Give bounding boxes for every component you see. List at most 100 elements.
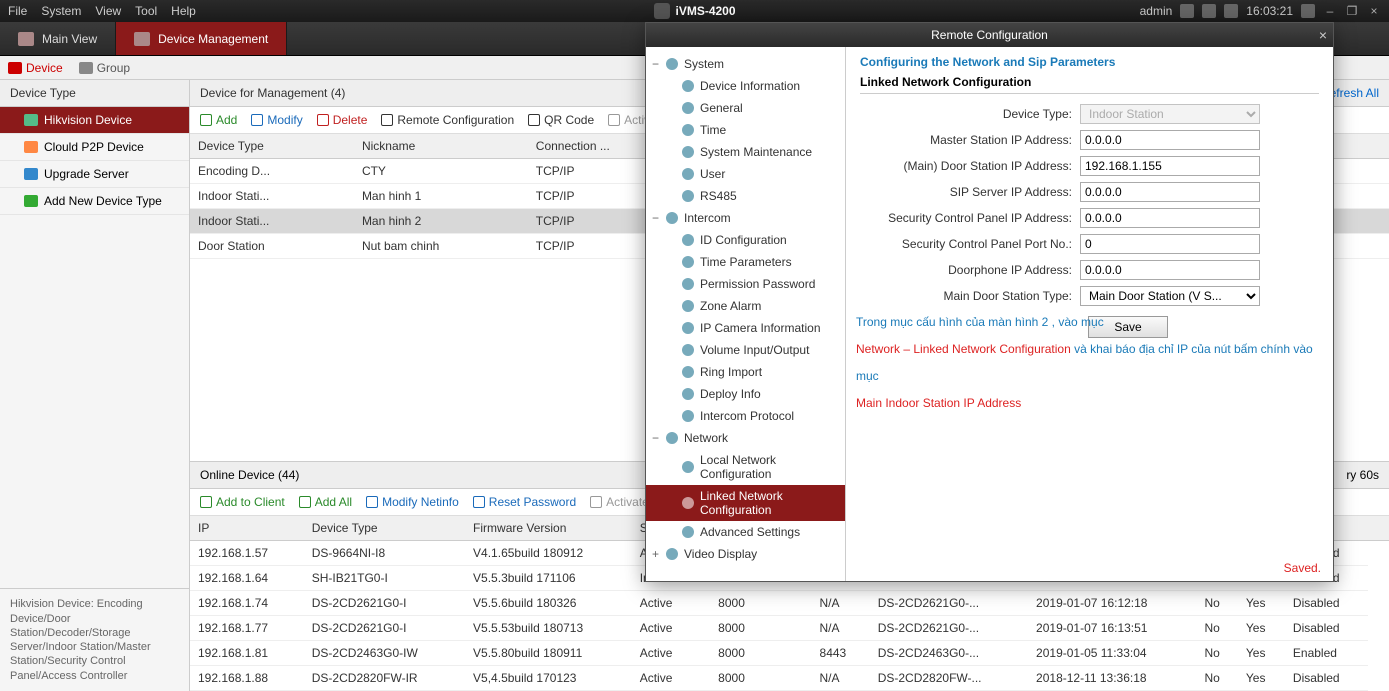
tree-item[interactable]: Local Network Configuration (646, 449, 845, 485)
tree-item-label: IP Camera Information (700, 321, 821, 335)
sidebar-item-upgrade-server[interactable]: Upgrade Server (0, 161, 189, 188)
table-cell: V5.5.53build 180713 (465, 616, 632, 641)
sip-ip-label: SIP Server IP Address: (860, 185, 1080, 199)
reset-password-button[interactable]: Reset Password (473, 495, 576, 509)
close-window-button[interactable]: × (1367, 4, 1381, 18)
tree-item[interactable]: Advanced Settings (646, 521, 845, 543)
online-header: Online Device (44) (200, 468, 299, 482)
table-row[interactable]: 192.168.1.81DS-2CD2463G0-IWV5.5.80build … (190, 641, 1389, 666)
menu-tool[interactable]: Tool (135, 4, 157, 18)
remote-config-button[interactable]: Remote Configuration (381, 113, 514, 127)
subtab-group[interactable]: Group (79, 61, 130, 75)
tree-item-label: Time (700, 123, 726, 137)
grid-icon[interactable] (1224, 4, 1238, 18)
qr-code-button[interactable]: QR Code (528, 113, 594, 127)
table-cell: No (1196, 666, 1237, 691)
tree-network[interactable]: −Network (646, 427, 845, 449)
table-col-header[interactable]: Firmware Version (465, 516, 632, 541)
app-logo-icon (653, 3, 669, 19)
main-door-ip-input[interactable] (1080, 156, 1260, 176)
tree-item[interactable]: RS485 (646, 185, 845, 207)
tree-item[interactable]: Deploy Info (646, 383, 845, 405)
modify-netinfo-button[interactable]: Modify Netinfo (366, 495, 459, 509)
master-ip-input[interactable] (1080, 130, 1260, 150)
minimize-button[interactable]: – (1323, 4, 1337, 18)
tree-intercom[interactable]: −Intercom (646, 207, 845, 229)
table-cell: CTY (354, 159, 528, 184)
tree-item[interactable]: Time (646, 119, 845, 141)
globe-icon[interactable] (1180, 4, 1194, 18)
table-cell: Yes (1238, 591, 1285, 616)
add-button[interactable]: Add (200, 113, 237, 127)
tree-item[interactable]: Ring Import (646, 361, 845, 383)
table-cell: 192.168.1.81 (190, 641, 304, 666)
tree-item[interactable]: General (646, 97, 845, 119)
tab-main-view[interactable]: Main View (0, 22, 116, 55)
tree-item[interactable]: Volume Input/Output (646, 339, 845, 361)
sidebar-item-hikvision[interactable]: Hikvision Device (0, 107, 189, 134)
table-cell: Disabled (1285, 616, 1368, 641)
tab-device-management[interactable]: Device Management (116, 22, 287, 55)
table-cell: 192.168.1.77 (190, 616, 304, 641)
table-col-header[interactable]: Device Type (190, 134, 354, 159)
delete-button[interactable]: Delete (317, 113, 368, 127)
table-col-header[interactable]: Nickname (354, 134, 528, 159)
menu-system[interactable]: System (41, 4, 81, 18)
table-col-header[interactable]: IP (190, 516, 304, 541)
tree-item-label: RS485 (700, 189, 737, 203)
sip-ip-input[interactable] (1080, 182, 1260, 202)
tree-item[interactable]: Device Information (646, 75, 845, 97)
tree-system[interactable]: −System (646, 53, 845, 75)
tree-item[interactable]: Intercom Protocol (646, 405, 845, 427)
table-row[interactable]: 192.168.1.88DS-2CD2820FW-IRV5,4.5build 1… (190, 666, 1389, 691)
table-cell: 8000 (710, 666, 811, 691)
table-cell: Active (632, 591, 710, 616)
sidebar-item-cloud-p2p[interactable]: Clould P2P Device (0, 134, 189, 161)
lock-icon[interactable] (1301, 4, 1315, 18)
tree-item[interactable]: Time Parameters (646, 251, 845, 273)
group-icon (79, 62, 93, 74)
modify-button[interactable]: Modify (251, 113, 302, 127)
add-to-client-button[interactable]: Add to Client (200, 495, 285, 509)
plus-icon (24, 195, 38, 207)
maximize-button[interactable]: ❐ (1345, 4, 1359, 18)
tree-item-label: Ring Import (700, 365, 762, 379)
main-door-type-select[interactable]: Main Door Station (V S... (1080, 286, 1260, 306)
tree-item[interactable]: User (646, 163, 845, 185)
add-all-button[interactable]: Add All (299, 495, 352, 509)
doorphone-ip-input[interactable] (1080, 260, 1260, 280)
sec-panel-ip-label: Security Control Panel IP Address: (860, 211, 1080, 225)
tree-item[interactable]: IP Camera Information (646, 317, 845, 339)
activate-online-button[interactable]: Activate (590, 495, 649, 509)
menu-help[interactable]: Help (171, 4, 196, 18)
tree-video-display[interactable]: +Video Display (646, 543, 845, 565)
tree-item[interactable]: System Maintenance (646, 141, 845, 163)
sec-panel-port-input[interactable] (1080, 234, 1260, 254)
sidebar-item-add-new-type[interactable]: Add New Device Type (0, 188, 189, 215)
table-cell: Disabled (1285, 666, 1368, 691)
device-type-select: Indoor Station (1080, 104, 1260, 124)
bullet-icon (682, 234, 694, 246)
menu-view[interactable]: View (95, 4, 121, 18)
bullet-icon (682, 80, 694, 92)
table-row[interactable]: 192.168.1.74DS-2CD2621G0-IV5.5.6build 18… (190, 591, 1389, 616)
table-cell: 8000 (710, 616, 811, 641)
tree-item[interactable]: ID Configuration (646, 229, 845, 251)
subtab-device[interactable]: Device (8, 61, 63, 75)
edit-icon (251, 114, 263, 126)
dialog-titlebar[interactable]: Remote Configuration × (646, 23, 1333, 47)
dialog-close-button[interactable]: × (1319, 27, 1327, 43)
tree-item-label: Intercom Protocol (700, 409, 794, 423)
panel-icon[interactable] (1202, 4, 1216, 18)
tree-item[interactable]: Permission Password (646, 273, 845, 295)
network-icon (666, 432, 678, 444)
table-row[interactable]: 192.168.1.77DS-2CD2621G0-IV5.5.53build 1… (190, 616, 1389, 641)
sec-panel-ip-input[interactable] (1080, 208, 1260, 228)
tree-item[interactable]: Linked Network Configuration (646, 485, 845, 521)
table-col-header[interactable]: Device Type (304, 516, 465, 541)
sec-panel-port-label: Security Control Panel Port No.: (860, 237, 1080, 251)
table-cell: V5,4.5build 170123 (465, 666, 632, 691)
menu-file[interactable]: File (8, 4, 27, 18)
table-col-header[interactable] (1368, 516, 1389, 541)
tree-item[interactable]: Zone Alarm (646, 295, 845, 317)
